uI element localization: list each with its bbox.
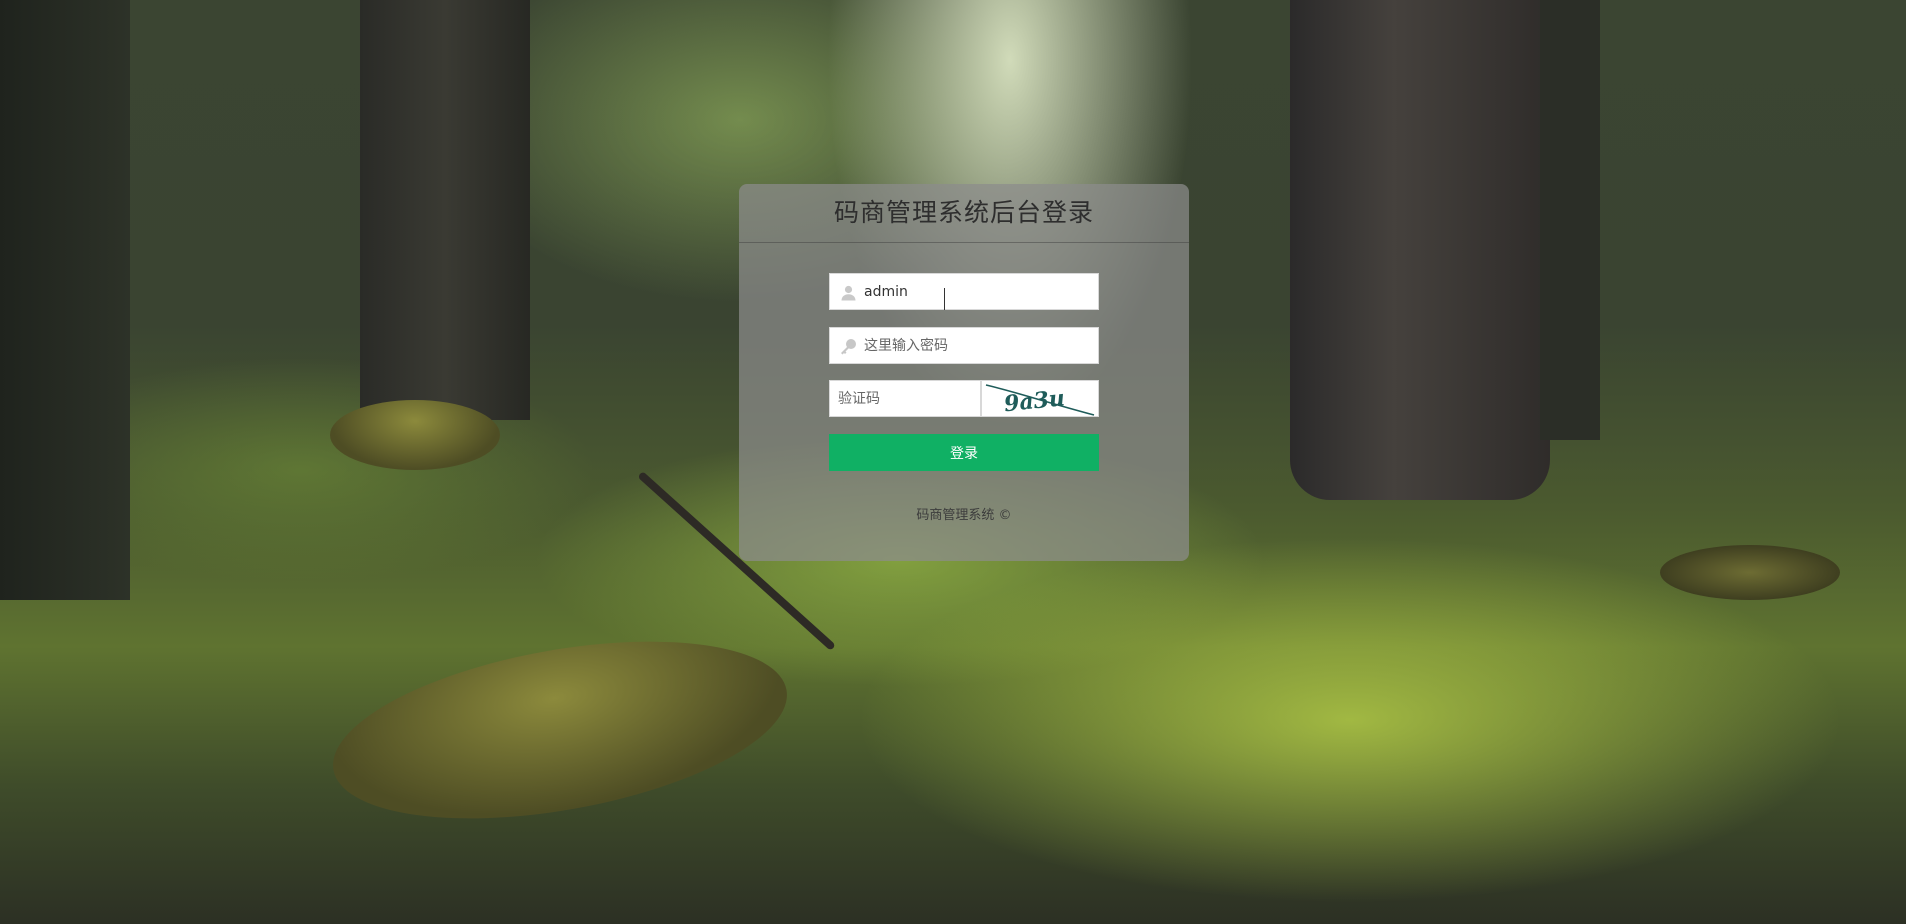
password-input[interactable] bbox=[864, 328, 1088, 363]
captcha-input[interactable] bbox=[838, 381, 978, 416]
user-icon bbox=[841, 285, 856, 301]
captcha-image[interactable]: 9a3u bbox=[981, 380, 1099, 417]
key-icon bbox=[841, 339, 856, 355]
username-field[interactable] bbox=[829, 273, 1099, 310]
login-button[interactable]: 登录 bbox=[829, 434, 1099, 471]
captcha-field[interactable] bbox=[829, 380, 981, 417]
username-input[interactable] bbox=[864, 274, 1088, 309]
text-cursor bbox=[944, 288, 945, 310]
captcha-text: 9a3u bbox=[1003, 385, 1066, 417]
login-title: 码商管理系统后台登录 bbox=[739, 184, 1189, 243]
login-panel: 码商管理系统后台登录 9a3u 登录 码商管理系统 © bbox=[739, 184, 1189, 561]
password-field[interactable] bbox=[829, 327, 1099, 364]
footer-copyright: 码商管理系统 © bbox=[916, 508, 1012, 523]
